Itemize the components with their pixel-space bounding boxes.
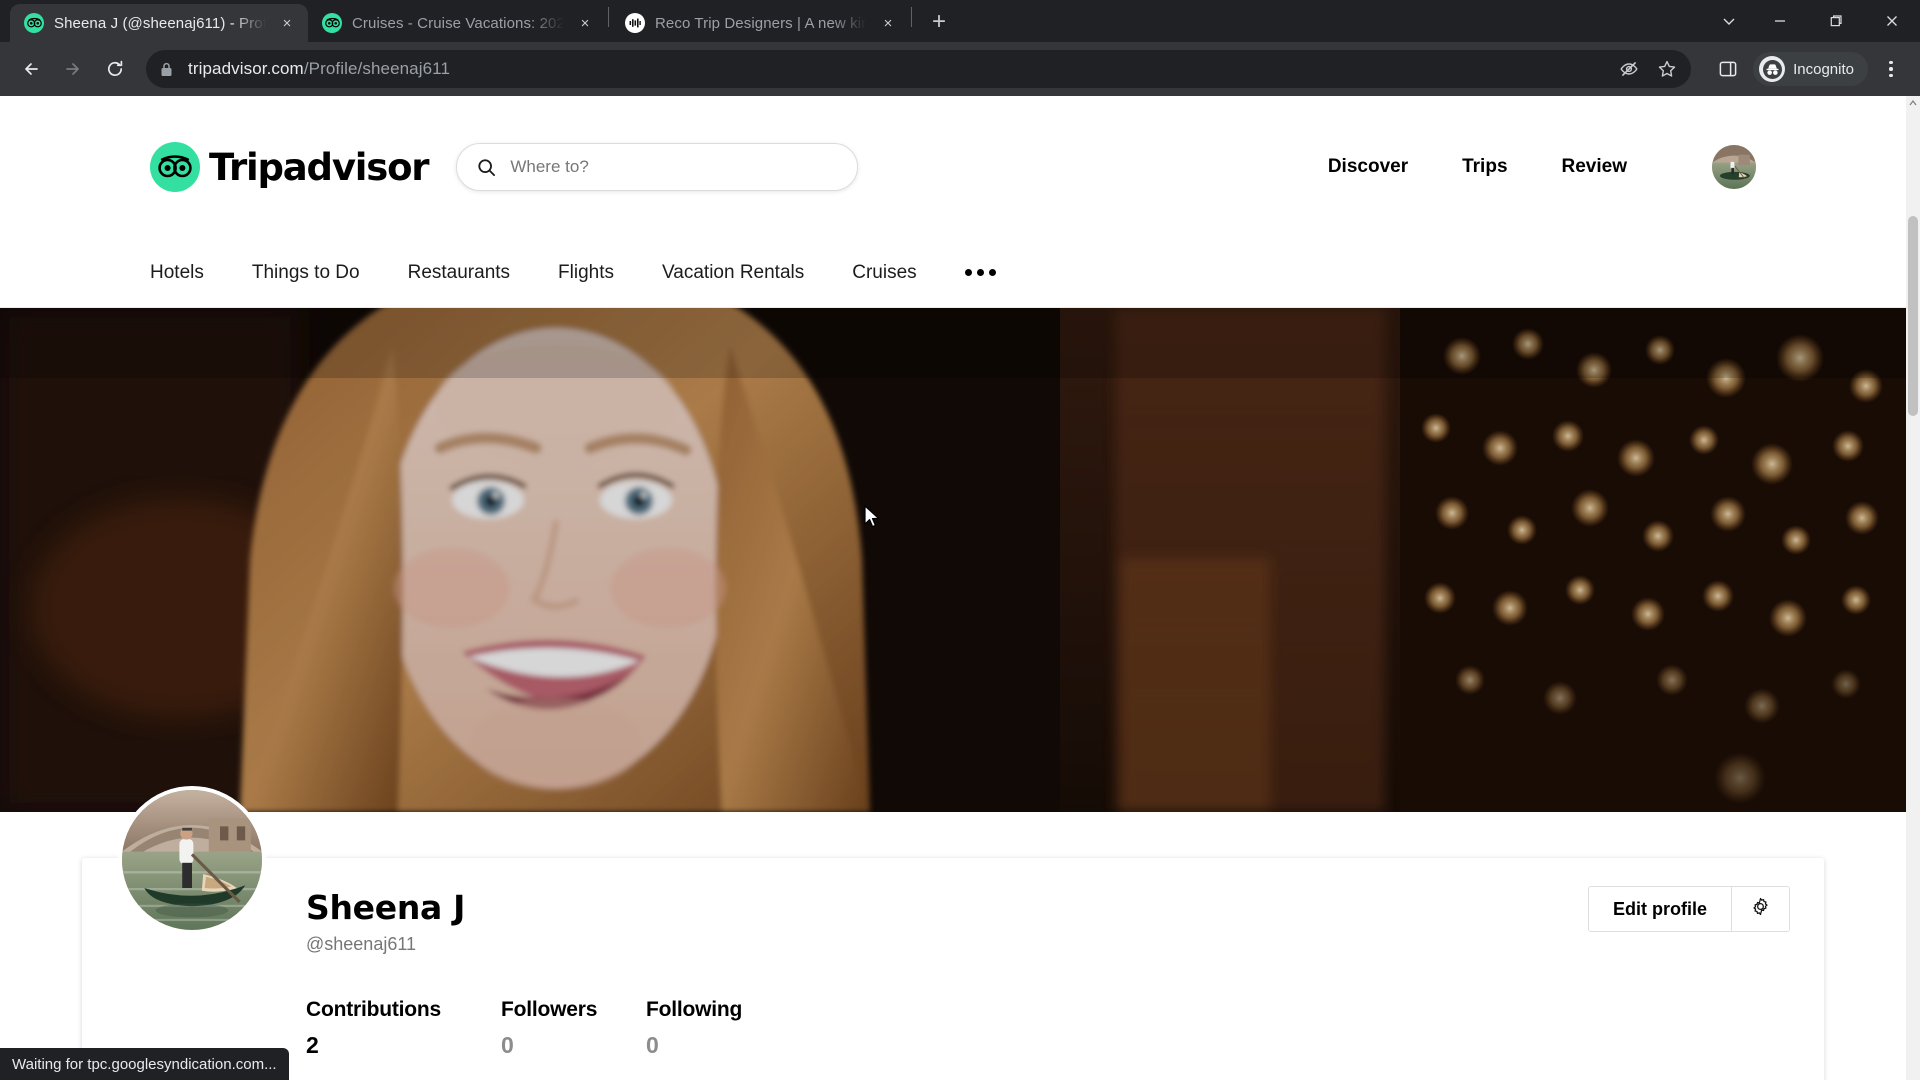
scrollbar-thumb[interactable]	[1908, 216, 1918, 416]
more-menu-dots-icon[interactable]	[964, 269, 1036, 276]
scroll-up-arrow-icon[interactable]	[1906, 96, 1920, 110]
tab-title: Cruises - Cruise Vacations: 2023	[352, 14, 564, 32]
subnav-item-vacation-rentals[interactable]: Vacation Rentals	[662, 262, 852, 284]
dot	[976, 269, 984, 276]
site-header: Tripadvisor Where to? Discover Trips Rev…	[0, 96, 1906, 308]
tripadvisor-owl-logo-icon	[150, 142, 200, 192]
tab-strip: Sheena J (@sheenaj611) - Profile × Cruis…	[0, 0, 1920, 42]
back-arrow-icon[interactable]	[12, 50, 50, 88]
nav-item-trips[interactable]: Trips	[1435, 156, 1534, 178]
tripadvisor-owl-icon	[24, 13, 44, 33]
tripadvisor-page: Tripadvisor Where to? Discover Trips Rev…	[0, 96, 1906, 1080]
toolbar-right: Incognito	[1703, 50, 1908, 88]
star-icon[interactable]	[1657, 59, 1677, 79]
site-header-top: Tripadvisor Where to? Discover Trips Rev…	[0, 96, 1906, 238]
primary-nav: Discover Trips Review	[1301, 156, 1654, 178]
nav-item-review[interactable]: Review	[1535, 156, 1654, 178]
profile-handle: @sheenaj611	[306, 934, 417, 954]
minimize-icon[interactable]	[1752, 0, 1808, 42]
incognito-avatar-icon	[1759, 56, 1786, 82]
profile-avatar[interactable]	[118, 786, 266, 934]
profile-avatar-image	[122, 790, 262, 930]
tab-close-icon[interactable]: ×	[877, 12, 899, 34]
secondary-nav: Hotels Things to Do Restaurants Flights …	[0, 238, 1906, 308]
user-avatar-image	[1712, 145, 1756, 189]
search-input[interactable]: Where to?	[456, 143, 859, 191]
side-panel-icon[interactable]	[1709, 50, 1747, 88]
tab-title: Reco Trip Designers | A new kind	[655, 14, 867, 32]
browser-window: Sheena J (@sheenaj611) - Profile × Cruis…	[0, 0, 1920, 1080]
incognito-profile-chip[interactable]: Incognito	[1753, 52, 1868, 86]
stat-value: 0	[646, 1032, 659, 1058]
forward-arrow-icon[interactable]	[54, 50, 92, 88]
search-icon	[477, 158, 496, 177]
tab-search-chevron-down-icon[interactable]	[1706, 0, 1752, 42]
url-domain: tripadvisor.com	[188, 59, 304, 78]
stat-followers[interactable]: Followers 0	[501, 998, 646, 1059]
subnav-item-hotels[interactable]: Hotels	[150, 262, 252, 284]
tab-close-icon[interactable]: ×	[574, 12, 596, 34]
browser-tab-2[interactable]: Cruises - Cruise Vacations: 2023 ×	[308, 4, 606, 42]
profile-card: Sheena J @sheenaj611 Contributions 2 Fol…	[82, 786, 1824, 1080]
gear-icon	[1751, 897, 1770, 921]
kebab-dot	[1889, 73, 1893, 78]
subnav-item-cruises[interactable]: Cruises	[852, 262, 964, 284]
stat-contributions[interactable]: Contributions 2	[306, 998, 501, 1059]
header-avatar[interactable]	[1712, 145, 1756, 189]
profile-actions: Edit profile	[1588, 886, 1790, 932]
browser-tab-3[interactable]: Reco Trip Designers | A new kind ×	[611, 4, 909, 42]
browser-toolbar: tripadvisor.com/Profile/sheenaj611 Incog…	[0, 42, 1920, 96]
subnav-item-restaurants[interactable]: Restaurants	[408, 262, 558, 284]
kebab-dot	[1889, 60, 1893, 65]
incognito-label: Incognito	[1793, 60, 1854, 78]
tab-title: Sheena J (@sheenaj611) - Profile	[54, 14, 266, 32]
stat-value: 0	[501, 1032, 514, 1058]
dot	[964, 269, 972, 276]
profile-stats: Contributions 2 Followers 0 Following 0	[306, 998, 742, 1059]
tab-divider	[608, 7, 609, 27]
window-controls	[1706, 0, 1920, 42]
browser-tab-1[interactable]: Sheena J (@sheenaj611) - Profile ×	[10, 4, 308, 42]
nav-item-discover[interactable]: Discover	[1301, 156, 1435, 178]
kebab-dot	[1889, 67, 1893, 71]
cover-photo-image	[0, 308, 1906, 812]
page-title: Sheena J	[306, 888, 466, 927]
tab-divider	[911, 7, 912, 27]
subnav-item-things-to-do[interactable]: Things to Do	[252, 262, 408, 284]
stat-following[interactable]: Following 0	[646, 998, 742, 1059]
omnibox-actions	[1619, 59, 1677, 79]
dot	[988, 269, 996, 276]
edit-profile-button[interactable]: Edit profile	[1589, 887, 1731, 931]
status-bar: Waiting for tpc.googlesyndication.com...	[0, 1048, 289, 1080]
url-text: tripadvisor.com/Profile/sheenaj611	[188, 59, 450, 79]
subnav-item-flights[interactable]: Flights	[558, 262, 662, 284]
stat-label: Following	[646, 998, 743, 1021]
page-scrollbar[interactable]	[1906, 96, 1920, 1080]
tab-close-icon[interactable]: ×	[276, 12, 298, 34]
settings-button[interactable]	[1731, 887, 1789, 931]
kebab-menu-icon[interactable]	[1874, 50, 1908, 88]
eye-slash-icon[interactable]	[1619, 59, 1639, 79]
profile-cover-photo	[0, 308, 1906, 812]
stat-value: 2	[306, 1032, 319, 1058]
new-tab-button[interactable]: +	[922, 5, 956, 39]
lock-icon	[160, 62, 176, 77]
url-path: /Profile/sheenaj611	[303, 59, 451, 78]
page-viewport: Tripadvisor Where to? Discover Trips Rev…	[0, 96, 1920, 1080]
reco-icon	[625, 13, 645, 33]
stat-label: Followers	[501, 998, 598, 1021]
tripadvisor-wordmark: Tripadvisor	[209, 145, 430, 189]
stat-label: Contributions	[306, 998, 442, 1021]
search-placeholder: Where to?	[510, 157, 589, 176]
address-bar[interactable]: tripadvisor.com/Profile/sheenaj611	[146, 50, 1692, 88]
maximize-icon[interactable]	[1808, 0, 1864, 42]
close-window-icon[interactable]	[1864, 0, 1920, 42]
tripadvisor-logo[interactable]: Tripadvisor	[150, 142, 430, 192]
reload-icon[interactable]	[96, 50, 134, 88]
tripadvisor-owl-icon	[322, 13, 342, 33]
